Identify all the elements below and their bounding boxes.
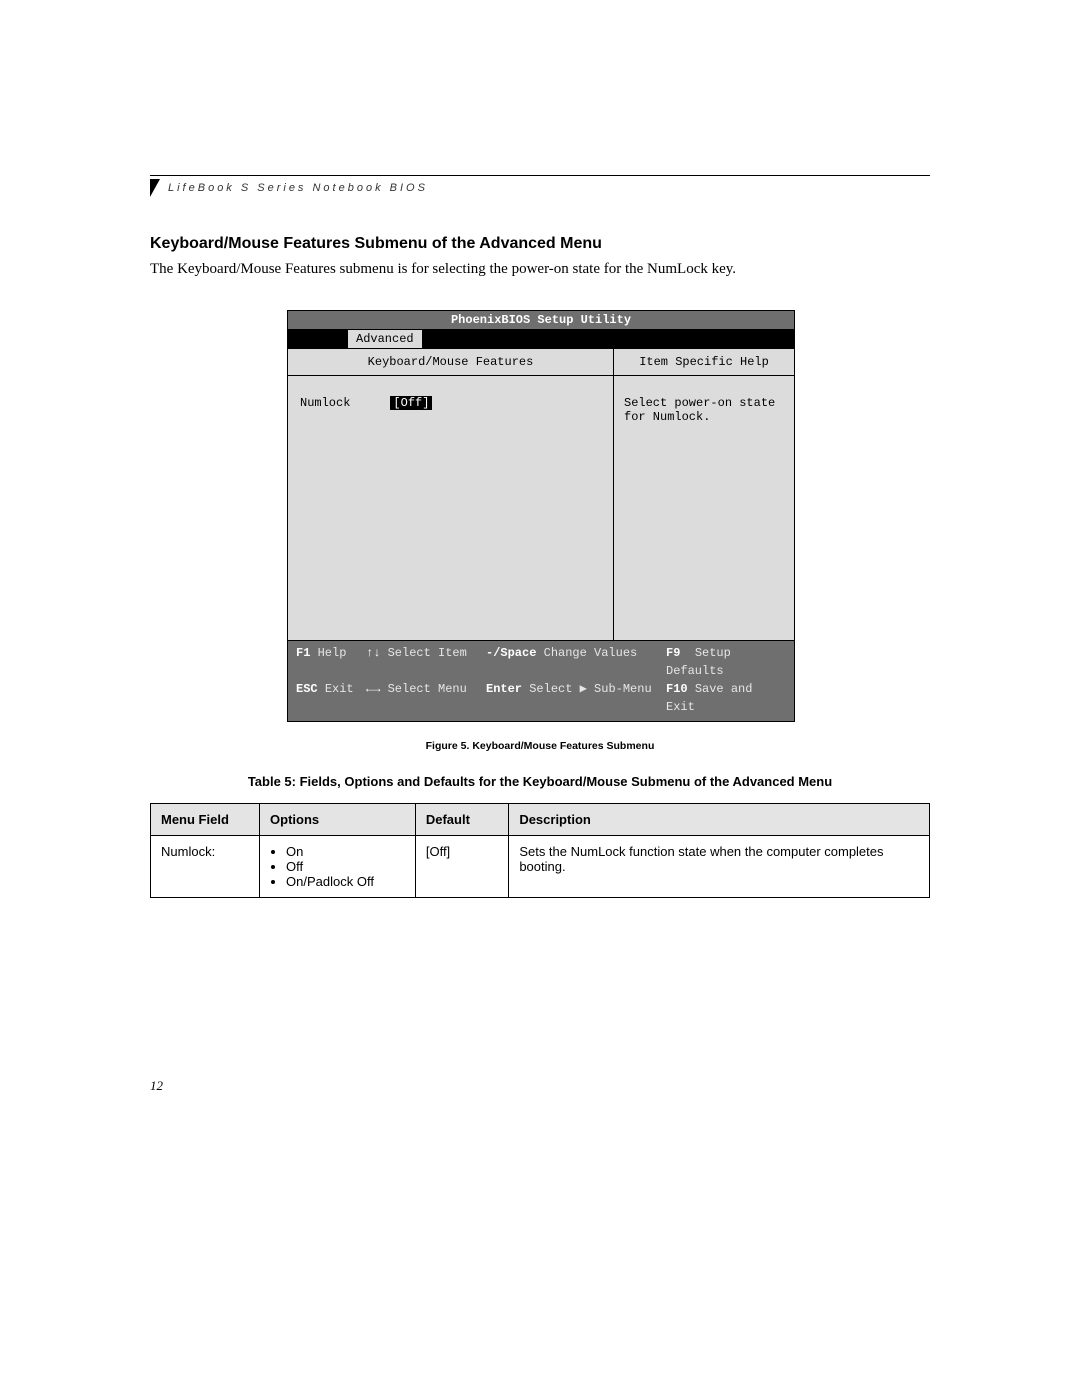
bios-key-f9: F9: [666, 646, 680, 660]
bios-label-select-item: Select Item: [388, 646, 467, 660]
bios-label-help: Help: [318, 646, 347, 660]
bios-label-select-submenu: Select ▶ Sub-Menu: [529, 682, 651, 696]
th-default: Default: [415, 804, 508, 836]
bios-footer: F1 Help ↑↓ Select Item -/Space Change Va…: [288, 641, 794, 721]
header-rule: [150, 175, 930, 176]
bios-key-f1: F1: [296, 646, 310, 660]
running-head: LifeBook S Series Notebook BIOS: [168, 182, 428, 194]
bios-help-text: Select power-on state for Numlock.: [614, 376, 794, 640]
option-item: On: [286, 844, 405, 859]
th-options: Options: [260, 804, 416, 836]
table-row: Numlock: On Off On/Padlock Off [Off] Set…: [151, 836, 930, 898]
bios-screenshot: PhoenixBIOS Setup Utility Advanced Keybo…: [287, 310, 795, 722]
cell-options: On Off On/Padlock Off: [260, 836, 416, 898]
bios-key-space: -/Space: [486, 646, 536, 660]
th-description: Description: [509, 804, 930, 836]
bios-title-bar: PhoenixBIOS Setup Utility: [288, 311, 794, 330]
bios-key-esc: ESC: [296, 682, 318, 696]
bios-right-heading: Item Specific Help: [614, 349, 794, 376]
cell-description: Sets the NumLock function state when the…: [509, 836, 930, 898]
figure-caption: Figure 5. Keyboard/Mouse Features Submen…: [150, 740, 930, 752]
bios-arrow-updown-icon: ↑↓: [366, 646, 380, 660]
bios-menu-bar: Advanced: [288, 330, 794, 349]
section-intro: The Keyboard/Mouse Features submenu is f…: [150, 259, 930, 280]
th-menu-field: Menu Field: [151, 804, 260, 836]
bios-label-exit: Exit: [325, 682, 354, 696]
bios-arrow-leftright-icon: ←→: [366, 682, 380, 696]
header-marker-icon: [150, 179, 160, 197]
option-item: On/Padlock Off: [286, 874, 405, 889]
option-item: Off: [286, 859, 405, 874]
cell-menu-field: Numlock:: [151, 836, 260, 898]
bios-label-change-values: Change Values: [544, 646, 638, 660]
bios-left-heading: Keyboard/Mouse Features: [288, 349, 613, 376]
bios-key-enter: Enter: [486, 682, 522, 696]
page-number: 12: [150, 1078, 163, 1094]
bios-field-numlock-label: Numlock: [300, 396, 350, 410]
cell-default: [Off]: [415, 836, 508, 898]
table-header-row: Menu Field Options Default Description: [151, 804, 930, 836]
table-caption: Table 5: Fields, Options and Defaults fo…: [150, 774, 930, 789]
bios-label-select-menu: Select Menu: [388, 682, 467, 696]
spec-table: Menu Field Options Default Description N…: [150, 803, 930, 898]
bios-field-numlock-value[interactable]: [Off]: [390, 396, 432, 410]
bios-tab-advanced[interactable]: Advanced: [348, 330, 422, 348]
section-title: Keyboard/Mouse Features Submenu of the A…: [150, 235, 930, 253]
bios-key-f10: F10: [666, 682, 688, 696]
